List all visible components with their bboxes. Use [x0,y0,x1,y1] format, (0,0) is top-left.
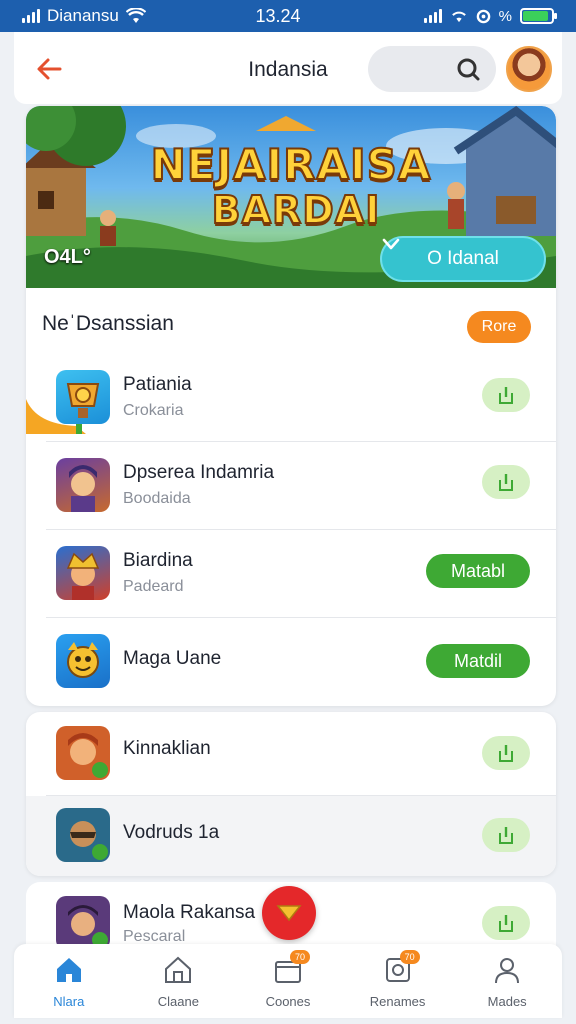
app-header: Indansia [14,32,562,104]
app-subtitle: Boodaida [123,490,191,507]
notification-badge: 70 [289,950,310,964]
app-icon [56,458,110,512]
download-button[interactable] [482,465,530,499]
status-bar: Dianansu 13.24 % [0,0,576,32]
app-icon [56,546,110,600]
box-icon: 70 [272,950,310,986]
nav-store[interactable]: Claane [124,944,234,1018]
app-icon [56,896,110,950]
app-list-item[interactable]: Dpserea Indamria Boodaida [26,442,556,530]
app-icon [56,370,110,424]
search-icon[interactable] [456,57,480,81]
nav-label: Mades [487,994,527,1009]
battery-icon [520,8,557,24]
search-input[interactable] [368,46,496,92]
app-list-item[interactable]: Biardina Padeard Matabl [26,530,556,618]
app-icon [56,726,110,780]
chevron-down-icon [276,905,302,922]
match-button[interactable]: Matdil [426,644,530,678]
download-icon [499,915,513,932]
app-name: Kinnaklian [123,738,211,759]
download-button[interactable] [482,906,530,940]
banner-title-line2: BARDAI [211,187,381,233]
carrier-name: Dianansu [47,6,119,25]
download-icon [499,745,513,762]
chevron-down-icon [382,238,400,250]
nav-label: Nlara [53,994,85,1009]
alarm-icon [476,9,490,23]
download-icon [499,474,513,491]
cell-signal-icon [423,9,442,23]
more-button[interactable]: Rore [467,311,531,343]
nav-box[interactable]: 70 Coones [233,944,343,1018]
app-name: Dpserea Indamria [123,462,275,483]
app-list-item[interactable]: Vodruds 1a [26,796,556,876]
notification-badge: 70 [399,950,420,964]
avatar[interactable] [506,46,552,92]
nav-tablet[interactable]: 70 Renames [343,944,453,1018]
app-name: Biardina [123,550,193,571]
banner-title-line1: NEJAIRAISA [150,139,432,190]
download-button[interactable] [482,736,530,770]
nav-home[interactable]: Nlara [14,944,124,1018]
store-icon [165,956,192,983]
featured-card: NEJAIRAISA BARDAI O4L° O Idanal NeˈDsans… [26,106,556,706]
download-button[interactable] [482,378,530,412]
app-icon [56,634,110,688]
app-list-item[interactable]: Kinnaklian [26,712,556,796]
app-name: Vodruds 1a [123,822,220,843]
app-name: Patiania [123,374,192,395]
app-list-item[interactable]: Maga Uane Matdil [26,618,556,706]
region-dropdown-label: O Idanal [427,248,499,269]
tablet-icon: 70 [382,950,420,986]
download-button[interactable] [482,818,530,852]
app-icon [56,808,110,862]
bottom-navigation: Nlara Claane 70 Coones 70 Renames Mades [14,944,562,1018]
section-title: NeˈDsanssian [42,312,174,335]
app-subtitle: Padeard [123,578,184,595]
banner-corner-label: O4L° [44,246,91,268]
scroll-down-button[interactable] [262,886,316,940]
app-subtitle: Crokaria [123,402,184,419]
download-icon [499,827,513,844]
region-dropdown[interactable]: O Idanal [380,236,546,282]
user-icon [495,958,520,984]
battery-percent: % [498,7,512,25]
wifi-icon [125,8,146,23]
app-list-item[interactable]: Patiania Crokaria [26,354,556,442]
nav-profile[interactable]: Mades [452,944,562,1018]
app-name: Maga Uane [123,648,222,669]
nav-label: Coones [265,994,311,1009]
match-button[interactable]: Matabl [426,554,530,588]
app-list-card: Kinnaklian Vodruds 1a [26,712,556,876]
clock: 13.24 [255,5,301,26]
download-icon [499,387,513,404]
game-banner[interactable]: NEJAIRAISA BARDAI O4L° O Idanal [26,106,556,288]
wifi-icon [451,11,466,23]
app-name: Maola Rakansa [123,902,256,923]
nav-label: Claane [157,994,199,1009]
nav-label: Renames [369,994,426,1009]
home-icon [56,958,81,982]
signal-icon [22,9,40,23]
